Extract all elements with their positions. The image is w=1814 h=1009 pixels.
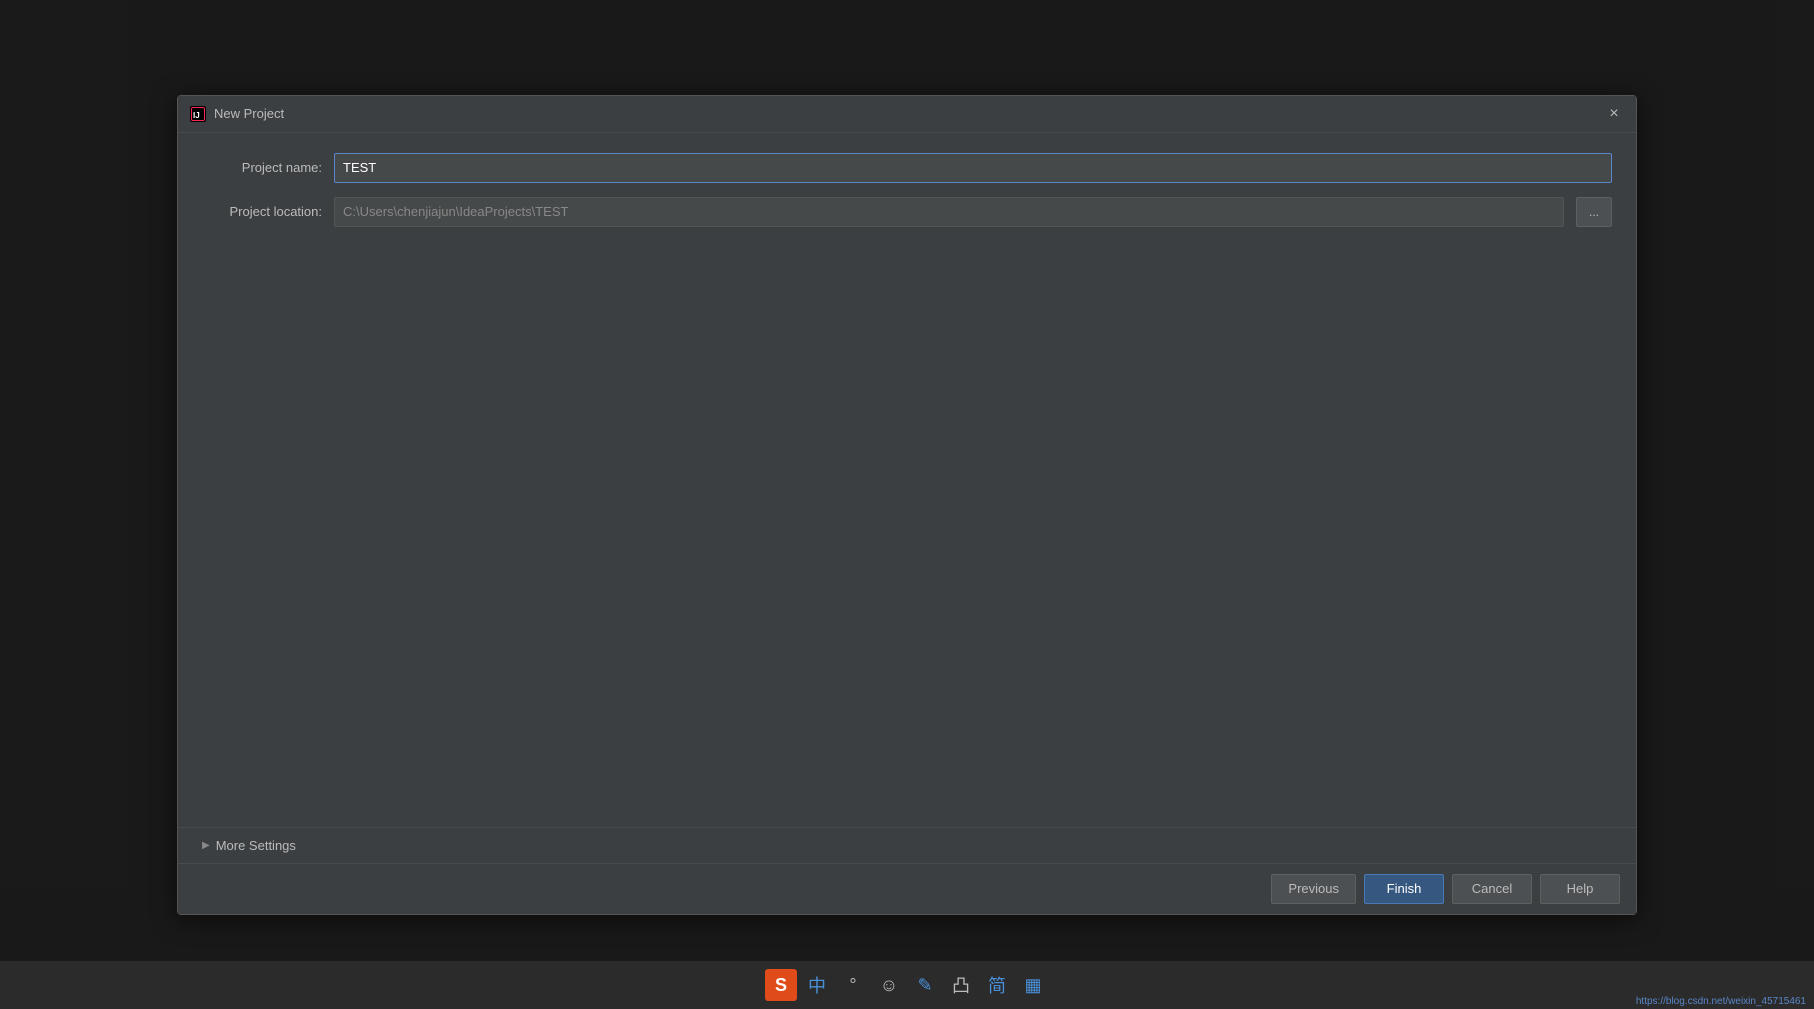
finish-button[interactable]: Finish [1364, 874, 1444, 904]
taskbar-icon-zhong[interactable]: 中 [801, 969, 833, 1001]
taskbar: S 中 ° ☺ ✎ 凸 简 ▦ https://blog.csdn.net/we… [0, 961, 1814, 1009]
svg-text:IJ: IJ [193, 111, 200, 120]
project-location-label: Project location: [202, 204, 322, 219]
cancel-button[interactable]: Cancel [1452, 874, 1532, 904]
project-location-input[interactable] [334, 197, 1564, 227]
previous-button[interactable]: Previous [1271, 874, 1356, 904]
taskbar-icon-box[interactable]: 凸 [945, 969, 977, 1001]
taskbar-icon-s[interactable]: S [765, 969, 797, 1001]
intellij-icon: IJ [190, 106, 206, 122]
project-name-label: Project name: [202, 160, 322, 175]
new-project-dialog: IJ New Project × Project name: Project l… [177, 95, 1637, 915]
dialog-overlay: IJ New Project × Project name: Project l… [0, 0, 1814, 1009]
taskbar-icon-jian[interactable]: 简 [981, 969, 1013, 1001]
dialog-footer: Previous Finish Cancel Help [178, 863, 1636, 914]
more-settings-label: More Settings [216, 838, 296, 853]
taskbar-icon-face[interactable]: ☺ [873, 969, 905, 1001]
project-location-row: Project location: ... [202, 197, 1612, 227]
dialog-title-left: IJ New Project [190, 106, 284, 122]
project-name-row: Project name: [202, 153, 1612, 183]
dialog-title: New Project [214, 106, 284, 121]
close-button[interactable]: × [1604, 104, 1624, 124]
help-button[interactable]: Help [1540, 874, 1620, 904]
project-name-input[interactable] [334, 153, 1612, 183]
browse-button[interactable]: ... [1576, 197, 1612, 227]
blog-url: https://blog.csdn.net/weixin_45715461 [1636, 996, 1806, 1007]
content-spacer [202, 241, 1612, 807]
taskbar-icon-pen[interactable]: ✎ [909, 969, 941, 1001]
taskbar-icon-grid[interactable]: ▦ [1017, 969, 1049, 1001]
more-settings-section[interactable]: ▶ More Settings [178, 827, 1636, 863]
taskbar-icon-dot[interactable]: ° [837, 969, 869, 1001]
dialog-content: Project name: Project location: ... [178, 133, 1636, 827]
more-settings-arrow-icon: ▶ [202, 840, 210, 851]
dialog-titlebar: IJ New Project × [178, 96, 1636, 133]
